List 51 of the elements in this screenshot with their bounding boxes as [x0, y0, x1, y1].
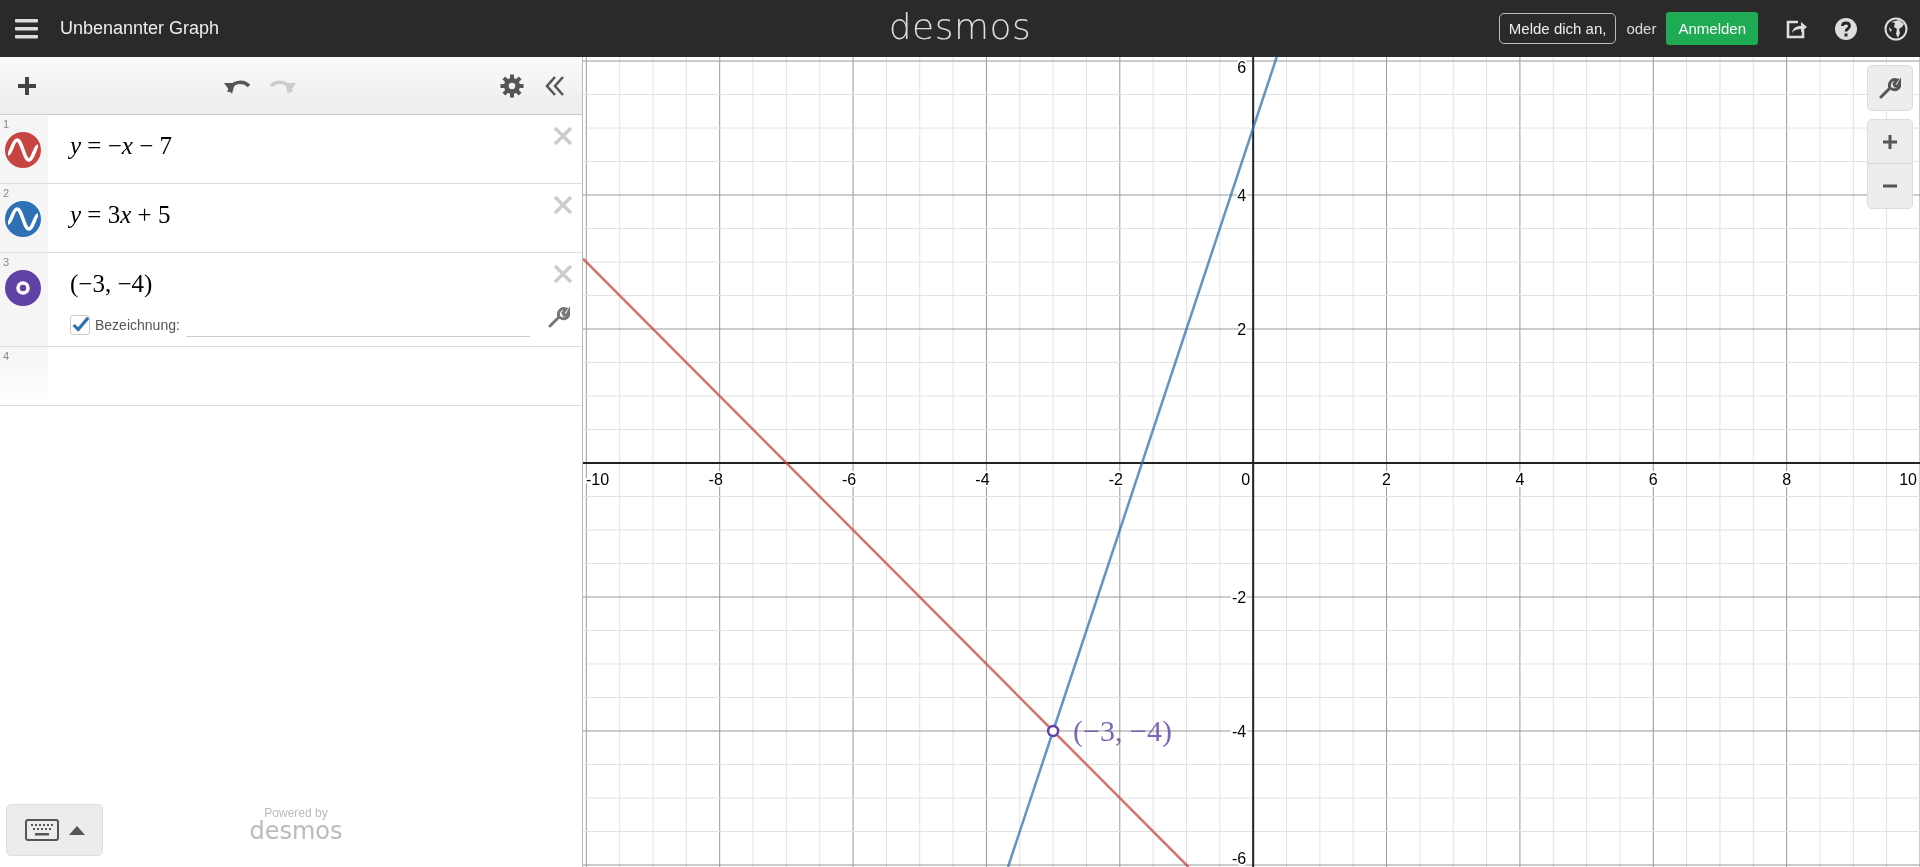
keyboard-toggle-button[interactable] [6, 803, 103, 856]
globe-icon[interactable] [1884, 16, 1908, 41]
math-expression[interactable]: (−3, −4) [70, 270, 582, 298]
y-tick-label: -2 [1231, 589, 1247, 606]
x-tick-label: -6 [841, 471, 857, 488]
plus-icon [1882, 133, 1898, 150]
x-tick-label: -4 [975, 471, 990, 488]
y-tick-label: 6 [1237, 59, 1247, 76]
curve-style-icon[interactable] [5, 201, 41, 237]
wrench-icon [1879, 77, 1901, 99]
graph-line[interactable] [1006, 57, 1278, 867]
x-tick-label: -2 [1108, 471, 1123, 488]
x-tick-label: 0 [1241, 471, 1251, 488]
x-tick-label: -10 [586, 471, 610, 488]
settings-icon[interactable] [500, 73, 524, 98]
y-tick-label: -6 [1231, 850, 1247, 867]
y-tick-label: 2 [1237, 321, 1247, 338]
x-tick-label: 8 [1782, 471, 1792, 488]
line-number: 1 [3, 118, 10, 130]
add-icon[interactable] [16, 74, 38, 97]
line-number: 4 [3, 350, 10, 362]
label-checkbox[interactable] [70, 314, 90, 335]
x-tick-label: 4 [1515, 471, 1525, 488]
wrench-icon[interactable] [548, 306, 570, 328]
line-number: 2 [3, 187, 10, 199]
curve-style-icon[interactable] [5, 132, 41, 168]
caret-icon [68, 824, 85, 835]
x-tick-label: 10 [1899, 471, 1917, 488]
minus-icon [1882, 184, 1898, 188]
math-expression[interactable]: y = 3x + 5 [70, 201, 582, 229]
math-expression[interactable]: y = −x − 7 [70, 132, 582, 160]
desmos-logo: desmos [888, 6, 1032, 47]
graph-title[interactable]: Unbenannter Graph [60, 18, 220, 39]
or-text: oder [1626, 20, 1657, 37]
x-tick-label: 2 [1382, 471, 1391, 488]
x-tick-label: 6 [1648, 471, 1658, 488]
help-icon[interactable] [1834, 16, 1858, 41]
line-number: 3 [3, 256, 10, 268]
x-tick-label: -8 [708, 471, 723, 488]
y-tick-label: -4 [1231, 723, 1247, 740]
point-label: (−3, −4) [1073, 714, 1172, 747]
point-marker[interactable] [1046, 724, 1060, 738]
label-caption: Bezeichnung: [95, 316, 180, 333]
menu-icon[interactable] [15, 18, 38, 39]
collapse-icon[interactable] [544, 74, 566, 97]
desmos-logo: desmos [249, 820, 343, 842]
point-style-icon[interactable] [5, 270, 41, 306]
login-button[interactable]: Melde dich an, [1498, 13, 1617, 44]
y-tick-label: 4 [1237, 187, 1247, 204]
keyboard-icon [24, 818, 59, 841]
powered-by-text: Powered by [264, 806, 328, 820]
